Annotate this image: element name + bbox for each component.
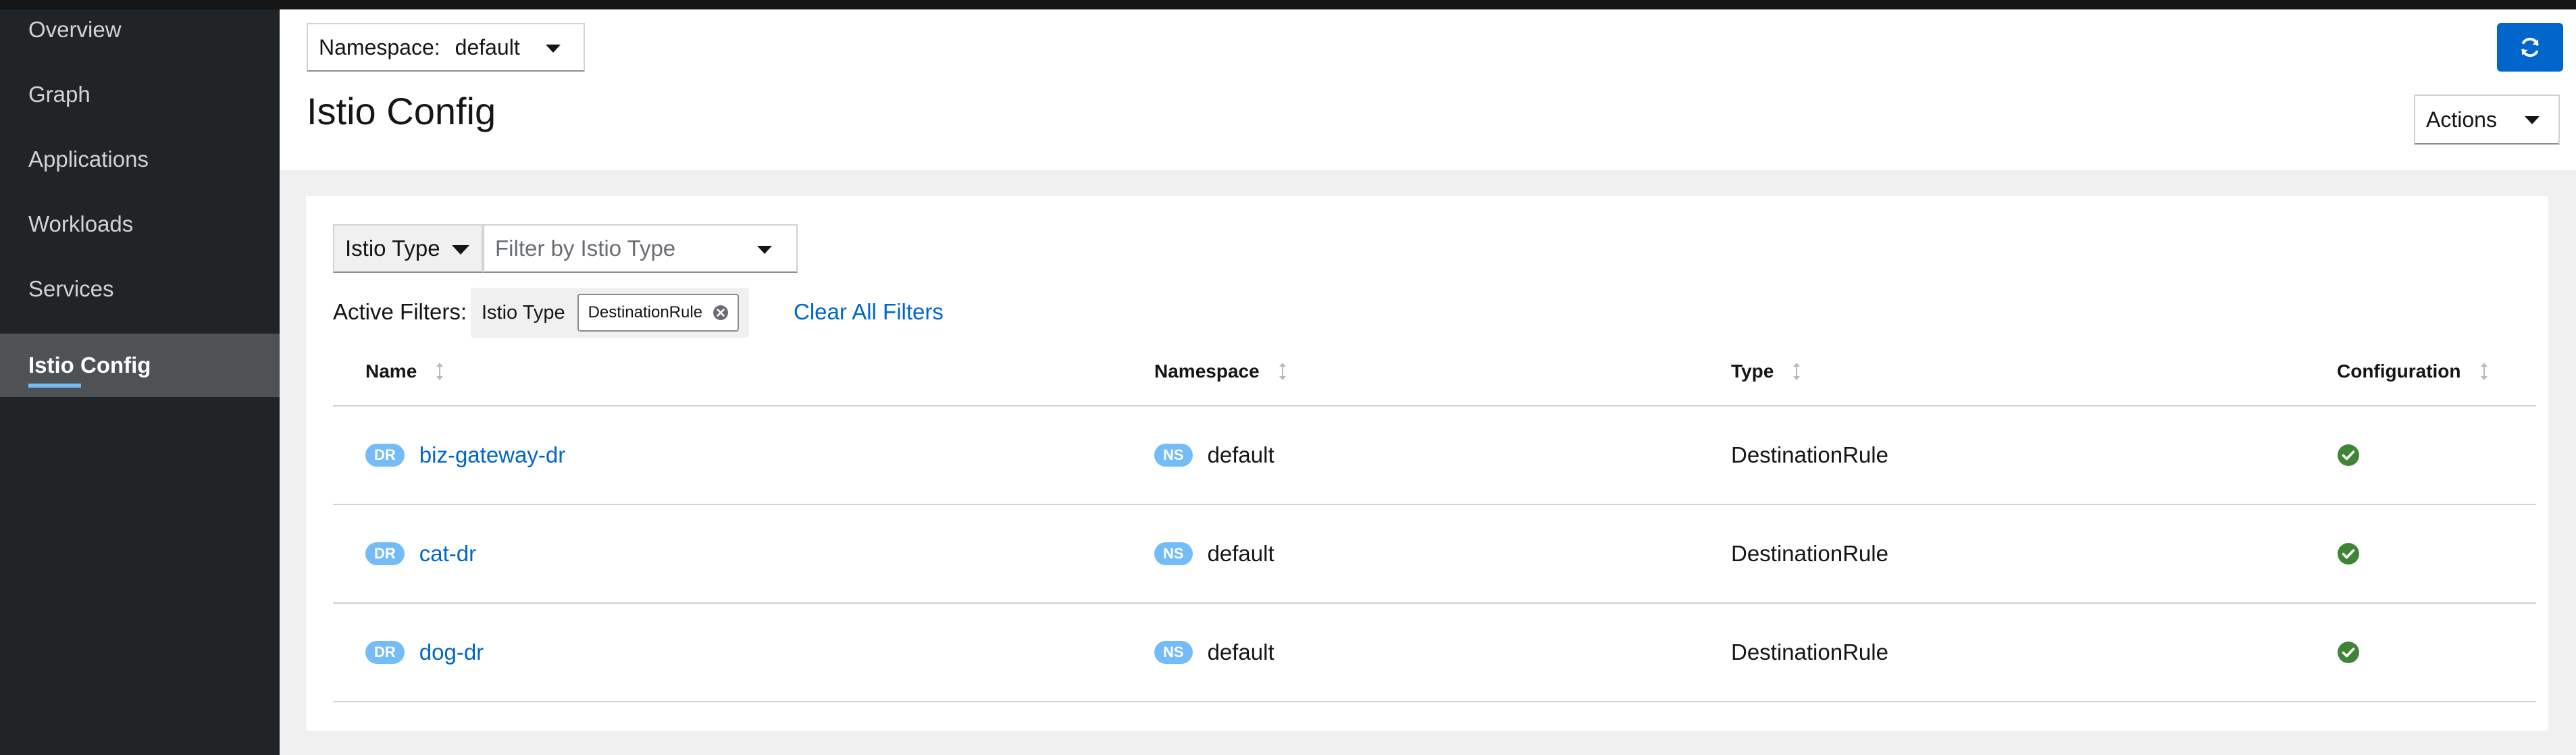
caret-down-icon <box>452 245 469 255</box>
column-header-configuration[interactable]: Configuration <box>2337 358 2490 385</box>
sidebar-item-label: Istio Config <box>28 353 151 378</box>
filter-chip: DestinationRule <box>577 294 740 332</box>
dr-badge: DR <box>365 542 405 565</box>
namespace-value: default <box>1207 442 1274 467</box>
configuration-cell <box>2337 604 2360 701</box>
filter-value-select[interactable]: Filter by Istio Type <box>483 224 798 273</box>
actions-label: Actions <box>2426 107 2497 132</box>
page-header: Namespace: default Istio Config Actions <box>280 9 2576 170</box>
table-row: DR cat-dr NS default DestinationRule <box>333 505 2536 604</box>
chip-group-label: Istio Type <box>482 301 565 323</box>
column-header-name[interactable]: Name <box>365 358 445 385</box>
dr-badge: DR <box>365 444 405 467</box>
filter-type-label: Istio Type <box>345 236 440 261</box>
dr-badge: DR <box>365 641 405 664</box>
name-cell: DR cat-dr <box>365 505 476 602</box>
clear-all-filters-link[interactable]: Clear All Filters <box>794 298 944 326</box>
sort-icon <box>2480 363 2488 380</box>
name-cell: DR dog-dr <box>365 604 484 701</box>
caret-down-icon <box>757 246 772 254</box>
caret-down-icon <box>2525 116 2540 124</box>
refresh-button[interactable] <box>2497 23 2563 72</box>
chip-label: DestinationRule <box>588 303 703 321</box>
sidebar-item-label: Graph <box>28 82 91 107</box>
namespace-cell: NS default <box>1154 604 1274 701</box>
config-name-link[interactable]: cat-dr <box>419 541 476 567</box>
refresh-icon <box>2521 37 2539 57</box>
sidebar-item-workloads[interactable]: Workloads <box>0 197 280 261</box>
filter-chip-group: Istio Type DestinationRule <box>471 288 749 338</box>
actions-dropdown[interactable]: Actions <box>2414 95 2560 145</box>
sidebar-item-services[interactable]: Services <box>0 262 280 326</box>
active-filters-label: Active Filters: <box>333 299 467 324</box>
table-row: DR dog-dr NS default DestinationRule <box>333 604 2536 702</box>
sidebar-item-label: Overview <box>28 17 122 42</box>
sidebar-item-applications[interactable]: Applications <box>0 132 280 196</box>
close-icon[interactable] <box>712 304 729 321</box>
config-name-link[interactable]: biz-gateway-dr <box>419 442 565 468</box>
istio-config-card: Istio Type Filter by Istio Type Active F… <box>306 196 2548 731</box>
sidebar-item-label: Applications <box>28 147 149 172</box>
column-header-label: Type <box>1731 361 1774 382</box>
column-header-label: Configuration <box>2337 361 2461 382</box>
namespace-value: default <box>455 34 520 59</box>
active-indicator <box>28 384 81 388</box>
table-row: DR biz-gateway-dr NS default Destination… <box>333 407 2536 505</box>
configuration-cell <box>2337 407 2360 504</box>
type-cell: DestinationRule <box>1731 442 1888 467</box>
sidebar-item-graph[interactable]: Graph <box>0 68 280 131</box>
sidebar: Overview Graph Applications Workloads Se… <box>0 9 280 755</box>
filter-placeholder: Filter by Istio Type <box>495 236 676 261</box>
sidebar-item-overview[interactable]: Overview <box>0 3 280 66</box>
page-title: Istio Config <box>307 90 496 132</box>
filter-type-select[interactable]: Istio Type <box>333 224 483 273</box>
namespace-select[interactable]: Namespace: default <box>307 23 585 72</box>
sidebar-item-label: Workloads <box>28 211 134 236</box>
check-circle-icon[interactable] <box>2337 444 2360 467</box>
configuration-cell <box>2337 505 2360 602</box>
name-cell: DR biz-gateway-dr <box>365 407 565 504</box>
namespace-label: Namespace: <box>319 34 440 59</box>
type-cell: DestinationRule <box>1731 541 1888 566</box>
type-cell: DestinationRule <box>1731 640 1888 665</box>
config-name-link[interactable]: dog-dr <box>419 640 484 665</box>
column-header-namespace[interactable]: Namespace <box>1154 358 1288 385</box>
namespace-cell: NS default <box>1154 407 1274 504</box>
sidebar-item-istio-config[interactable]: Istio Config <box>0 334 280 397</box>
check-circle-icon[interactable] <box>2337 542 2360 565</box>
sort-icon <box>1793 363 1801 380</box>
ns-badge: NS <box>1154 542 1193 565</box>
namespace-value: default <box>1207 640 1274 665</box>
ns-badge: NS <box>1154 444 1193 467</box>
namespace-cell: NS default <box>1154 505 1274 602</box>
top-bar <box>0 0 2576 9</box>
column-header-label: Namespace <box>1154 361 1260 382</box>
namespace-value: default <box>1207 541 1274 566</box>
column-header-type[interactable]: Type <box>1731 358 1802 385</box>
column-header-label: Name <box>365 361 417 382</box>
sort-icon <box>436 363 444 380</box>
ns-badge: NS <box>1154 641 1193 664</box>
caret-down-icon <box>546 45 561 53</box>
sort-icon <box>1279 363 1286 380</box>
check-circle-icon[interactable] <box>2337 641 2360 664</box>
sidebar-item-label: Services <box>28 276 114 301</box>
